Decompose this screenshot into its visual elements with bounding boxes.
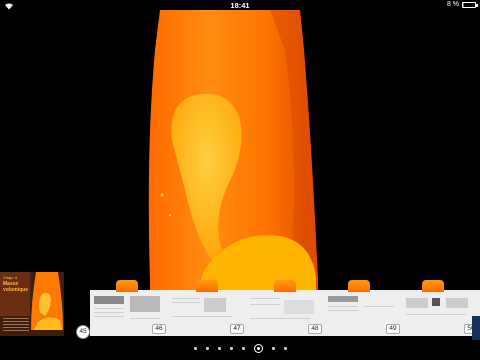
next-page-edge[interactable] bbox=[472, 316, 480, 340]
page-strip[interactable]: 46 47 48 49 50 bbox=[64, 280, 480, 340]
strip-lamp-glow bbox=[422, 280, 444, 292]
strip-lamp-glow bbox=[116, 280, 138, 292]
current-page-thumbnail[interactable]: Chap. 4 Masse volumique bbox=[0, 272, 64, 336]
page-dot[interactable] bbox=[283, 346, 287, 350]
status-time: 18:41 bbox=[230, 1, 250, 10]
page-number: 48 bbox=[308, 324, 322, 334]
battery-icon bbox=[462, 1, 478, 8]
strip-page-47[interactable]: 47 bbox=[168, 280, 246, 336]
current-page-number: 45 bbox=[76, 325, 90, 339]
page-dot-current[interactable] bbox=[253, 343, 263, 353]
page-number: 49 bbox=[386, 324, 400, 334]
page-dot[interactable] bbox=[217, 346, 221, 350]
strip-lamp-glow bbox=[196, 280, 218, 292]
strip-lamp-glow bbox=[274, 280, 296, 292]
page-dot[interactable] bbox=[193, 346, 197, 350]
page-number: 46 bbox=[152, 324, 166, 334]
thumbnail-header: Chap. 4 Masse volumique bbox=[0, 272, 30, 316]
page-dot[interactable] bbox=[229, 346, 233, 350]
lava-lamp-image bbox=[0, 10, 480, 290]
main-photo[interactable] bbox=[0, 10, 480, 290]
thumbnail-text-lines bbox=[3, 318, 29, 333]
thumbnail-lamp-image bbox=[31, 272, 63, 330]
page-indicator[interactable] bbox=[0, 343, 480, 353]
page-dot[interactable] bbox=[271, 346, 275, 350]
strip-page-50[interactable]: 50 bbox=[402, 280, 480, 336]
strip-page-48[interactable]: 48 bbox=[246, 280, 324, 336]
strip-page-49[interactable]: 49 bbox=[324, 280, 402, 336]
page-dot[interactable] bbox=[241, 346, 245, 350]
battery-percent: 8 % bbox=[446, 1, 459, 8]
status-battery: 8 % bbox=[446, 1, 478, 8]
chapter-title: Masse volumique bbox=[3, 281, 29, 293]
strip-page-46[interactable]: 46 bbox=[90, 280, 168, 336]
strip-lamp-glow bbox=[348, 280, 370, 292]
page-number: 47 bbox=[230, 324, 244, 334]
page-dot[interactable] bbox=[205, 346, 209, 350]
battery-level bbox=[463, 2, 464, 7]
chapter-label: Chap. 4 bbox=[3, 275, 18, 280]
